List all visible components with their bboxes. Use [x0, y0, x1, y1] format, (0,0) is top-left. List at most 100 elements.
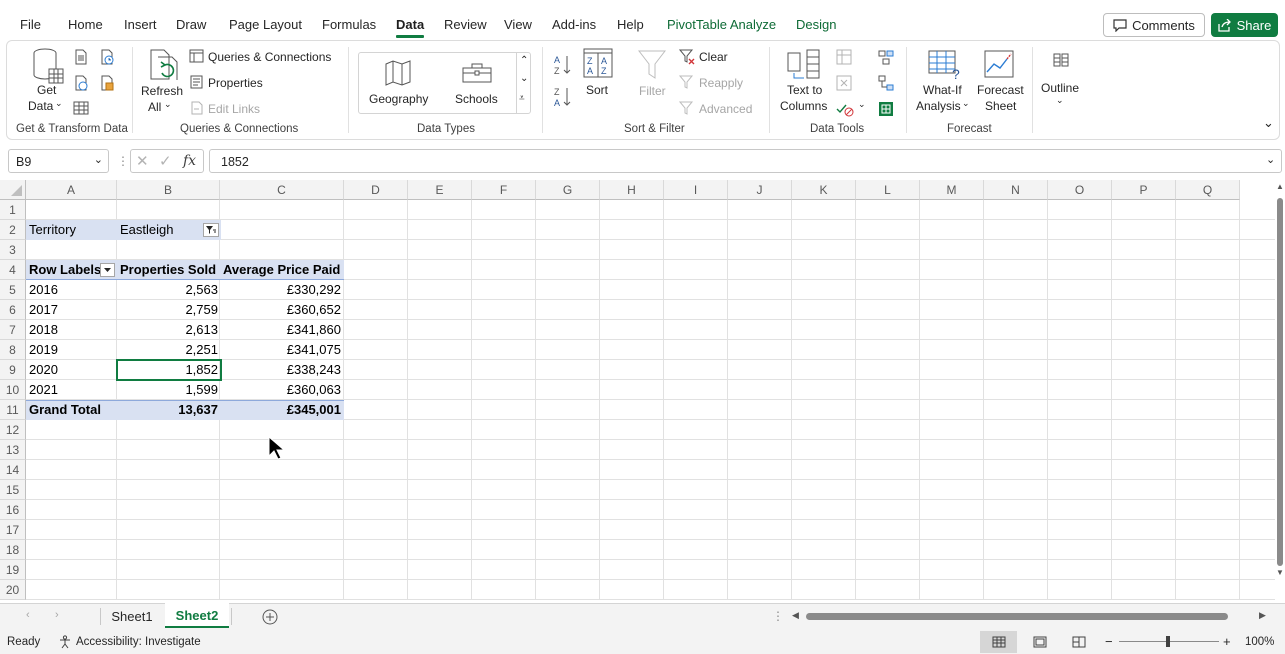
column-header[interactable]: K: [792, 180, 856, 200]
row-header[interactable]: 3: [0, 240, 26, 260]
menu-add-ins[interactable]: Add-ins: [552, 17, 596, 32]
zoom-slider-thumb[interactable]: [1166, 636, 1170, 647]
comments-button[interactable]: Comments: [1103, 13, 1205, 37]
column-header[interactable]: G: [536, 180, 600, 200]
row-header[interactable]: 18: [0, 540, 26, 560]
pivot-properties-sold[interactable]: 2,613: [117, 320, 221, 340]
row-header[interactable]: 8: [0, 340, 26, 360]
column-header[interactable]: H: [600, 180, 664, 200]
row-header[interactable]: 10: [0, 380, 26, 400]
row-header[interactable]: 11: [0, 400, 26, 420]
zoom-level[interactable]: 100%: [1245, 636, 1274, 648]
chevron-up-icon[interactable]: ⌃: [520, 55, 528, 66]
worksheet-grid[interactable]: ABCDEFGHIJKLMNOPQ 1 2 3 4 5 6 7 8 9 10 11 12 13 14 15 1…: [0, 180, 1275, 600]
vertical-scrollbar[interactable]: ▲ ▼: [1275, 180, 1285, 600]
pivot-average-price[interactable]: £330,292: [220, 280, 344, 300]
collapse-ribbon-icon[interactable]: ⌄: [1263, 115, 1274, 131]
column-header[interactable]: M: [920, 180, 984, 200]
menu-file[interactable]: File: [20, 17, 41, 32]
pivot-average-price[interactable]: £341,860: [220, 320, 344, 340]
pivot-properties-sold[interactable]: 2,759: [117, 300, 221, 320]
row-header[interactable]: 19: [0, 560, 26, 580]
sort-a-to-z-icon[interactable]: AZ: [554, 54, 572, 76]
column-header[interactable]: C: [220, 180, 344, 200]
zoom-in-icon[interactable]: +: [1223, 634, 1231, 649]
row-header[interactable]: 14: [0, 460, 26, 480]
sort-z-to-a-icon[interactable]: ZA: [554, 86, 572, 108]
menu-pivottable-analyze[interactable]: PivotTable Analyze: [667, 17, 776, 32]
remove-duplicates-icon[interactable]: [836, 75, 852, 91]
pivot-average-price[interactable]: £360,652: [220, 300, 344, 320]
menu-page-layout[interactable]: Page Layout: [229, 17, 302, 32]
share-button[interactable]: Share: [1211, 13, 1278, 37]
manage-data-model-icon[interactable]: [878, 101, 894, 117]
menu-design[interactable]: Design: [796, 17, 836, 32]
gallery-scroll[interactable]: ⌃ ⌄ ⩡: [516, 53, 531, 113]
tab-split-grip-icon[interactable]: ⋮: [772, 609, 784, 623]
recent-sources-icon[interactable]: [99, 49, 115, 65]
pivot-average-price[interactable]: £341,075: [220, 340, 344, 360]
column-header[interactable]: J: [728, 180, 792, 200]
chevron-down-icon[interactable]: ⌄: [858, 99, 866, 110]
pivot-row-label[interactable]: 2016: [26, 280, 117, 300]
row-header[interactable]: 9: [0, 360, 26, 380]
cancel-icon[interactable]: ✕: [136, 152, 149, 170]
column-header[interactable]: L: [856, 180, 920, 200]
menu-data[interactable]: Data: [396, 17, 424, 32]
row-header[interactable]: 6: [0, 300, 26, 320]
column-header[interactable]: N: [984, 180, 1048, 200]
from-text-icon[interactable]: [73, 49, 89, 65]
sheet-tab-sheet2[interactable]: Sheet2: [165, 603, 229, 628]
formula-input[interactable]: 1852: [209, 149, 1282, 173]
menu-help[interactable]: Help: [617, 17, 644, 32]
consolidate-icon[interactable]: [878, 49, 894, 65]
scroll-left-icon[interactable]: ◀: [792, 610, 799, 621]
pivot-properties-sold[interactable]: 2,563: [117, 280, 221, 300]
row-header[interactable]: 20: [0, 580, 26, 600]
zoom-out-icon[interactable]: −: [1105, 634, 1113, 649]
row-header[interactable]: 4: [0, 260, 26, 280]
existing-connections-icon[interactable]: [99, 75, 115, 91]
pivot-row-label[interactable]: 2017: [26, 300, 117, 320]
select-all-corner[interactable]: [0, 180, 26, 200]
chevron-down-icon[interactable]: ⌄: [520, 73, 528, 84]
pivot-average-price[interactable]: £338,243: [220, 360, 344, 380]
row-header[interactable]: 12: [0, 420, 26, 440]
filter-dropdown-button[interactable]: [203, 223, 219, 237]
column-header[interactable]: B: [117, 180, 220, 200]
column-header[interactable]: F: [472, 180, 536, 200]
row-header[interactable]: 17: [0, 520, 26, 540]
column-header[interactable]: A: [26, 180, 117, 200]
column-header[interactable]: Q: [1176, 180, 1240, 200]
pivot-properties-sold[interactable]: 1,852: [117, 360, 221, 380]
pivot-row-label[interactable]: 2021: [26, 380, 117, 400]
pivot-row-label[interactable]: 2018: [26, 320, 117, 340]
scroll-right-icon[interactable]: ▶: [1259, 610, 1266, 621]
row-header[interactable]: 1: [0, 200, 26, 220]
sheet-tab-sheet1[interactable]: Sheet1: [101, 604, 163, 629]
pivot-average-price[interactable]: £360,063: [220, 380, 344, 400]
column-header[interactable]: E: [408, 180, 472, 200]
insert-function-icon[interactable]: fx: [183, 153, 196, 169]
vertical-scroll-thumb[interactable]: [1277, 198, 1283, 566]
expand-formula-bar-icon[interactable]: ⌄: [1266, 153, 1275, 166]
horizontal-scroll-thumb[interactable]: [806, 613, 1228, 620]
pivot-row-label[interactable]: 2020: [26, 360, 117, 380]
menu-formulas[interactable]: Formulas: [322, 17, 376, 32]
flash-fill-icon[interactable]: [836, 49, 852, 65]
menu-insert[interactable]: Insert: [124, 17, 157, 32]
menu-view[interactable]: View: [504, 17, 532, 32]
normal-view-button[interactable]: [980, 631, 1017, 653]
add-sheet-icon[interactable]: [262, 609, 278, 625]
menu-review[interactable]: Review: [444, 17, 487, 32]
row-header[interactable]: 16: [0, 500, 26, 520]
page-break-view-icon[interactable]: [1072, 636, 1086, 648]
row-header[interactable]: 7: [0, 320, 26, 340]
column-header[interactable]: D: [344, 180, 408, 200]
scroll-down-icon[interactable]: ▼: [1276, 568, 1284, 577]
data-validation-icon[interactable]: [836, 101, 854, 117]
menu-home[interactable]: Home: [68, 17, 103, 32]
scroll-up-icon[interactable]: ▲: [1276, 182, 1284, 191]
row-header[interactable]: 13: [0, 440, 26, 460]
row-header[interactable]: 5: [0, 280, 26, 300]
